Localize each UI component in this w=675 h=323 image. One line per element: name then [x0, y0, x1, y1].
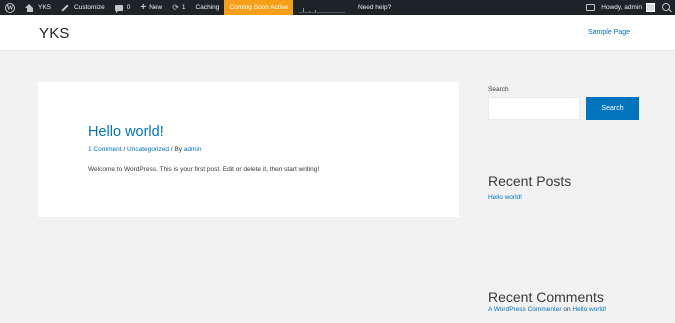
- post-meta: 1 Comment / Uncategorized / By admin: [88, 146, 201, 153]
- need-help-menu[interactable]: Need help?: [353, 0, 396, 15]
- comments-menu[interactable]: 0: [110, 0, 136, 15]
- comment-author-link[interactable]: A WordPress Commenter: [488, 306, 562, 313]
- comments-count: 0: [126, 4, 131, 11]
- caching-label: Caching: [195, 4, 220, 11]
- admin-bar: W YKS Customize 0 + New ⟳ 1 Caching Comi…: [0, 0, 675, 15]
- wordpress-logo-menu[interactable]: W: [0, 0, 20, 15]
- customize-menu[interactable]: Customize: [56, 0, 110, 15]
- author-link[interactable]: admin: [184, 146, 202, 153]
- customize-label: Customize: [74, 4, 105, 11]
- plus-icon: +: [140, 2, 147, 13]
- search-input[interactable]: [488, 97, 580, 120]
- coming-soon-status-button[interactable]: Coming Soon Active: [224, 0, 293, 15]
- wordpress-logo-icon: W: [5, 2, 15, 13]
- howdy-user-menu[interactable]: Howdy, admin: [601, 4, 642, 11]
- updates-count: 1: [181, 4, 186, 11]
- post-article: Hello world! 1 Comment / Uncategorized /…: [38, 82, 459, 217]
- updates-icon: ⟳: [172, 2, 179, 12]
- home-icon: [25, 3, 34, 12]
- nav-item-sample-page[interactable]: Sample Page: [588, 29, 630, 36]
- recent-posts-title: Recent Posts: [488, 173, 572, 189]
- caching-menu[interactable]: Caching: [191, 0, 225, 15]
- site-title[interactable]: YKS: [39, 25, 70, 42]
- screen-options-icon[interactable]: [586, 4, 596, 11]
- post-excerpt: Welcome to WordPress. This is your first…: [88, 166, 320, 173]
- search-button[interactable]: Search: [586, 97, 639, 120]
- comment-on-text: on: [561, 306, 573, 313]
- coming-soon-label: Coming Soon Active: [229, 4, 288, 11]
- comment-post-link[interactable]: Hello world!: [572, 306, 606, 313]
- search-icon[interactable]: [662, 2, 672, 13]
- search-widget-label: Search: [488, 86, 509, 93]
- new-label: New: [149, 4, 163, 11]
- recent-comments-title: Recent Comments: [488, 289, 604, 305]
- post-title[interactable]: Hello world!: [88, 124, 164, 140]
- site-name-menu[interactable]: YKS: [20, 0, 56, 15]
- performance-graph[interactable]: [298, 0, 345, 15]
- comment-bubble-icon: [114, 4, 123, 13]
- avatar[interactable]: [646, 3, 655, 12]
- category-link[interactable]: Uncategorized: [127, 146, 169, 153]
- need-help-label: Need help?: [357, 4, 392, 11]
- recent-post-link[interactable]: Hello world!: [488, 194, 522, 201]
- recent-comment-item: A WordPress Commenter on Hello world!: [488, 306, 606, 313]
- site-header: YKS Sample Page: [0, 15, 675, 51]
- new-content-menu[interactable]: + New: [135, 0, 167, 15]
- updates-menu[interactable]: ⟳ 1: [167, 0, 190, 15]
- paintbrush-icon: [61, 3, 69, 12]
- site-name-label: YKS: [38, 4, 52, 11]
- comments-link[interactable]: 1 Comment: [88, 146, 122, 153]
- meta-by: / By: [168, 146, 184, 153]
